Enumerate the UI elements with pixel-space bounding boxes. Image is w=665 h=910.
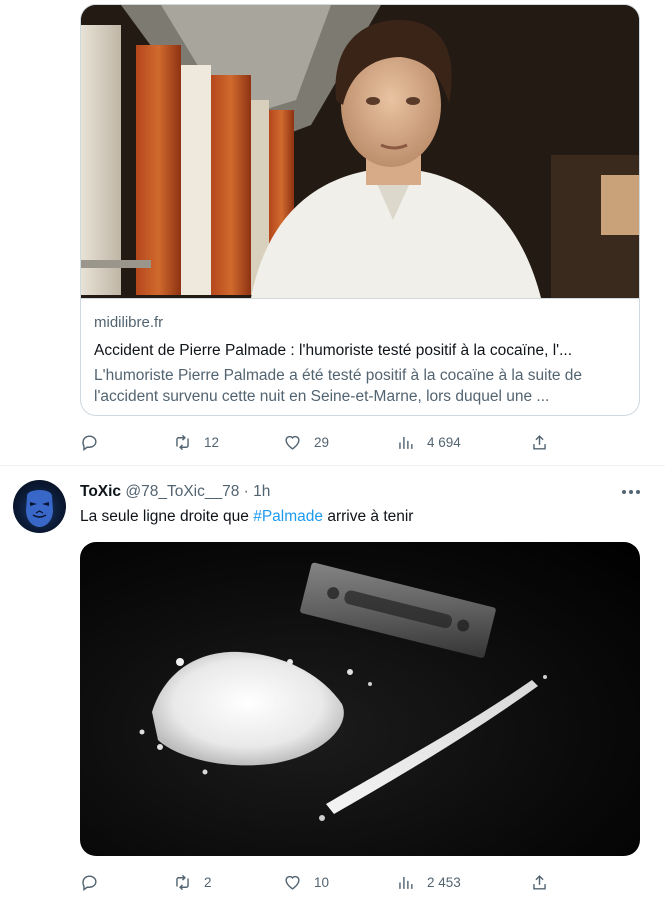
more-icon <box>622 490 626 494</box>
views-icon <box>399 876 413 889</box>
link-description-line: l'accident survenu cette nuit en Seine-e… <box>94 388 550 405</box>
tweet-text: La seule ligne droite que #Palmade arriv… <box>80 508 413 526</box>
link-description: L'humoriste Pierre Palmade a été testé p… <box>94 365 632 407</box>
share-icon <box>533 434 546 450</box>
timeline-feed: midilibre.fr Accident de Pierre Palmade … <box>0 0 665 910</box>
reply-icon <box>82 874 97 891</box>
retweet-button[interactable]: 2 <box>173 870 212 894</box>
tweet-divider <box>0 465 665 466</box>
link-preview-image <box>81 5 639 298</box>
author-name[interactable]: ToXic <box>80 483 121 500</box>
mask-avatar-icon <box>26 490 53 527</box>
retweet-count: 12 <box>204 434 220 450</box>
tweet-timestamp[interactable]: 1h <box>253 483 270 500</box>
tweet-actions: 2 10 2 453 <box>80 870 560 894</box>
share-icon <box>533 874 546 890</box>
tweet-media-image[interactable] <box>80 542 640 856</box>
views-button[interactable]: 2 453 <box>396 870 461 894</box>
author-handle[interactable]: @78_ToXic__78 <box>125 483 239 500</box>
reply-button[interactable] <box>80 430 99 454</box>
share-button[interactable] <box>530 430 549 454</box>
header-separator: · <box>243 483 249 500</box>
more-button[interactable] <box>619 482 643 502</box>
link-title: Accident de Pierre Palmade : l'humoriste… <box>94 342 573 359</box>
retweet-icon <box>176 874 189 890</box>
like-count: 10 <box>314 874 330 890</box>
link-preview-text: midilibre.fr Accident de Pierre Palmade … <box>81 298 639 415</box>
heart-icon <box>285 435 300 450</box>
tweet-text-part: La seule ligne droite que <box>80 508 254 525</box>
like-count: 29 <box>314 434 330 450</box>
reply-button[interactable] <box>80 870 99 894</box>
retweet-button[interactable]: 12 <box>173 430 219 454</box>
views-button[interactable]: 4 694 <box>396 430 461 454</box>
share-button[interactable] <box>530 870 549 894</box>
like-button[interactable]: 10 <box>283 870 329 894</box>
link-description-line: L'humoriste Pierre Palmade a été testé p… <box>94 367 583 384</box>
retweet-count: 2 <box>204 874 212 890</box>
hashtag-link[interactable]: #Palmade <box>253 508 323 525</box>
views-count: 4 694 <box>427 434 461 450</box>
tweet-text-part: arrive à tenir <box>323 508 414 525</box>
retweet-icon <box>176 434 189 450</box>
tweet-actions: 12 29 4 694 <box>80 430 560 454</box>
tweet-header: ToXic @78_ToXic__78 · 1h <box>80 483 270 501</box>
views-icon <box>399 436 413 449</box>
more-icon <box>636 490 640 494</box>
reply-icon <box>82 434 97 451</box>
like-button[interactable]: 29 <box>283 430 329 454</box>
more-icon <box>629 490 633 494</box>
avatar[interactable] <box>13 480 66 533</box>
views-count: 2 453 <box>427 874 461 890</box>
tweet-photo <box>139 562 547 821</box>
link-preview-card[interactable]: midilibre.fr Accident de Pierre Palmade … <box>80 4 640 416</box>
link-preview-photo <box>81 5 639 298</box>
link-domain: midilibre.fr <box>94 314 164 331</box>
heart-icon <box>285 875 300 890</box>
